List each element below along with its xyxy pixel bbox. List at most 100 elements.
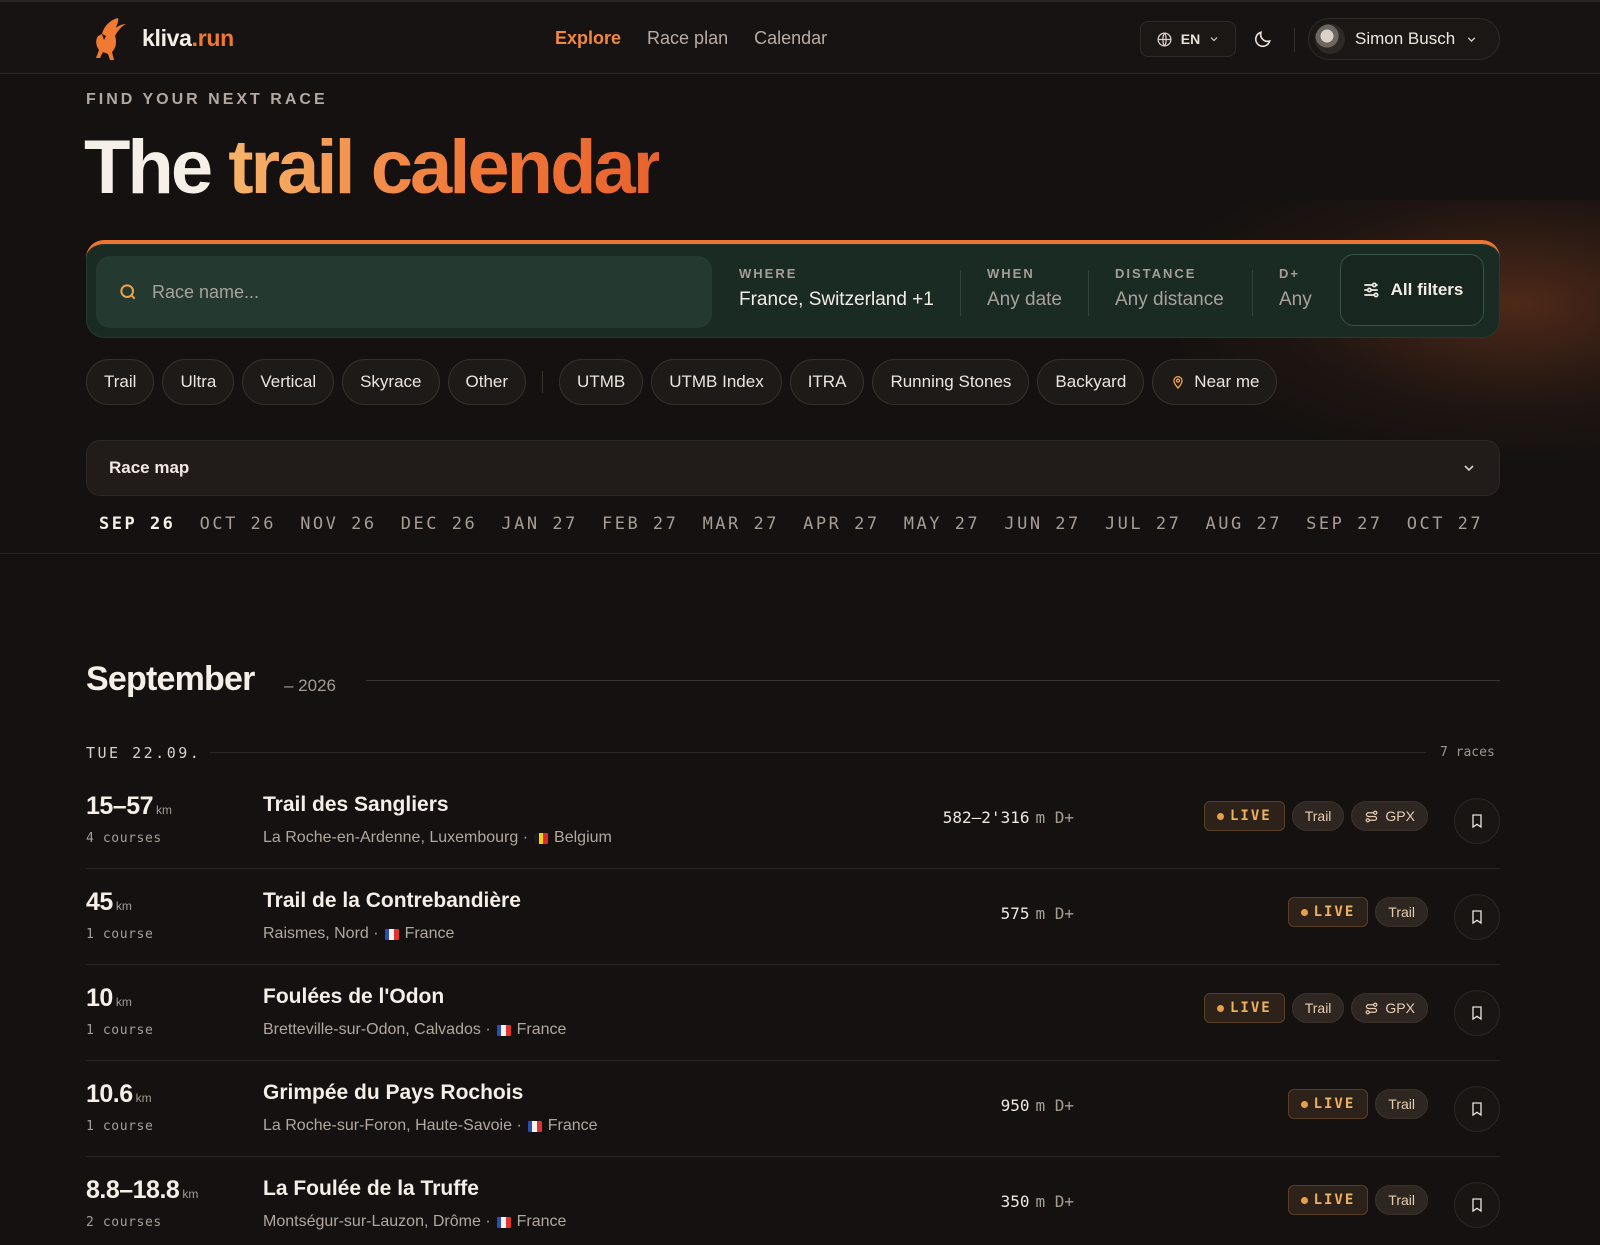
race-location: Bretteville-sur-Odon, Calvados · France	[263, 1021, 567, 1038]
chip-near-me[interactable]: Near me	[1152, 359, 1278, 405]
month-divider	[0, 553, 1600, 554]
chip-itra[interactable]: ITRA	[789, 359, 865, 405]
language-selector[interactable]: EN	[1140, 21, 1236, 57]
race-type-tag: Trail	[1291, 993, 1345, 1023]
country-flag-icon	[384, 928, 399, 940]
bookmark-icon	[1472, 1102, 1482, 1117]
chip-backyard[interactable]: Backyard	[1037, 359, 1145, 405]
race-row[interactable]: 45 km 1 course Trail de la Contrebandière…	[86, 870, 1500, 965]
live-dot-icon	[1217, 812, 1224, 820]
distance-filter[interactable]: DISTANCE Any distance	[1115, 266, 1224, 311]
chevron-down-icon	[1467, 36, 1476, 42]
bookmark-button[interactable]	[1454, 798, 1500, 844]
gpx-tag[interactable]: GPX	[1351, 801, 1428, 831]
distance-value: Any distance	[1115, 289, 1224, 310]
nav-calendar[interactable]: Calendar	[754, 28, 827, 49]
header-divider	[1294, 28, 1295, 52]
when-filter[interactable]: WHEN Any date	[987, 266, 1062, 311]
month-tab[interactable]: NOV 26	[287, 514, 388, 534]
race-name[interactable]: Foulées de l'Odon	[263, 985, 444, 1009]
avatar	[1315, 24, 1345, 54]
route-icon	[1365, 1002, 1378, 1014]
month-tab[interactable]: OCT 26	[187, 514, 288, 534]
elevation-filter[interactable]: D+ Any	[1279, 266, 1312, 311]
month-tab[interactable]: OCT 27	[1394, 514, 1495, 534]
live-badge: LIVE	[1204, 993, 1285, 1023]
chip-other[interactable]: Other	[447, 359, 527, 405]
month-tab[interactable]: MAY 27	[891, 514, 992, 534]
nav-explore[interactable]: Explore	[555, 28, 621, 49]
month-tab[interactable]: SEP 27	[1293, 514, 1394, 534]
race-row[interactable]: 8.8–18.8 km 2 courses La Foulée de la Tru…	[86, 1158, 1500, 1245]
bookmark-button[interactable]	[1454, 894, 1500, 940]
race-row[interactable]: 10 km 1 course Foulées de l'Odon Brettevi…	[86, 966, 1500, 1061]
chip-utmb[interactable]: UTMB	[559, 359, 644, 405]
month-tab[interactable]: JUN 27	[991, 514, 1092, 534]
chip-vertical[interactable]: Vertical	[242, 359, 335, 405]
race-search[interactable]	[96, 256, 712, 328]
month-heading: September	[86, 660, 255, 698]
chip-running-stones[interactable]: Running Stones	[872, 359, 1030, 405]
month-tab[interactable]: JAN 27	[488, 514, 589, 534]
live-badge: LIVE	[1287, 897, 1369, 927]
race-type-tag: Trail	[1291, 801, 1345, 831]
race-row[interactable]: 15–57 km 4 courses Trail des Sangliers La…	[86, 774, 1500, 869]
day-label: TUE 22.09.	[86, 744, 202, 762]
race-distance: 15–57 km	[86, 792, 173, 820]
bookmark-icon	[1472, 814, 1482, 829]
live-dot-icon	[1217, 1004, 1224, 1012]
live-badge: LIVE	[1287, 1185, 1369, 1215]
user-menu[interactable]: Simon Busch	[1308, 18, 1500, 60]
race-row[interactable]: 10.6 km 1 course Grimpée du Pays Rochois …	[86, 1062, 1500, 1157]
gpx-tag[interactable]: GPX	[1351, 993, 1428, 1023]
country-flag-icon	[534, 832, 549, 844]
bookmark-button[interactable]	[1454, 990, 1500, 1036]
month-tab[interactable]: AUG 27	[1193, 514, 1294, 534]
theme-toggle[interactable]	[1248, 24, 1278, 54]
field-divider	[1088, 270, 1089, 316]
month-tab[interactable]: FEB 27	[589, 514, 690, 534]
where-filter[interactable]: WHERE France, Switzerland +1	[739, 266, 934, 311]
chip-utmb-index[interactable]: UTMB Index	[651, 359, 782, 405]
month-tab[interactable]: MAR 27	[690, 514, 791, 534]
month-tab[interactable]: APR 27	[790, 514, 891, 534]
race-course-count: 1 course	[86, 1023, 154, 1038]
live-badge: LIVE	[1204, 801, 1285, 831]
race-map-label: Race map	[109, 458, 190, 477]
race-name-input[interactable]	[152, 281, 672, 303]
race-location: Montségur-sur-Lauzon, Drôme · France	[263, 1213, 567, 1230]
race-name[interactable]: Trail des Sangliers	[263, 793, 449, 817]
month-tab[interactable]: DEC 26	[388, 514, 489, 534]
month-tab[interactable]: JUL 27	[1092, 514, 1193, 534]
near-me-label: Near me	[1194, 372, 1260, 391]
main-nav: Explore Race plan Calendar	[555, 28, 827, 49]
chip-trail[interactable]: Trail	[86, 359, 155, 405]
route-icon	[1365, 810, 1378, 822]
chip-ultra[interactable]: Ultra	[162, 359, 235, 405]
race-distance: 10 km	[86, 984, 132, 1012]
race-course-count: 1 course	[86, 927, 154, 942]
race-course-count: 1 course	[86, 1119, 154, 1134]
distance-label: DISTANCE	[1115, 266, 1197, 281]
chip-divider	[542, 371, 544, 393]
race-location: Raismes, Nord · France	[263, 925, 455, 942]
all-filters-button[interactable]: All filters	[1340, 254, 1484, 326]
chip-skyrace[interactable]: Skyrace	[342, 359, 440, 405]
race-name[interactable]: Trail de la Contrebandière	[263, 889, 521, 913]
day-rule	[210, 752, 1426, 753]
globe-icon	[1157, 31, 1172, 47]
race-tags: LIVE Trail GPX	[1204, 993, 1428, 1023]
country-flag-icon	[527, 1120, 542, 1132]
sliders-icon	[1363, 282, 1379, 298]
bookmark-button[interactable]	[1454, 1086, 1500, 1132]
race-name[interactable]: Grimpée du Pays Rochois	[263, 1081, 523, 1105]
race-elevation: 575 m D+	[1000, 904, 1074, 923]
live-dot-icon	[1300, 1196, 1308, 1204]
nav-race-plan[interactable]: Race plan	[647, 28, 728, 49]
brand-logo[interactable]: kliva.run	[88, 14, 234, 62]
bookmark-button[interactable]	[1454, 1182, 1500, 1228]
race-name[interactable]: La Foulée de la Truffe	[263, 1177, 479, 1201]
race-map-toggle[interactable]: Race map	[86, 440, 1500, 496]
month-tab[interactable]: SEP 26	[86, 514, 187, 534]
elevation-label: D+	[1279, 266, 1300, 281]
